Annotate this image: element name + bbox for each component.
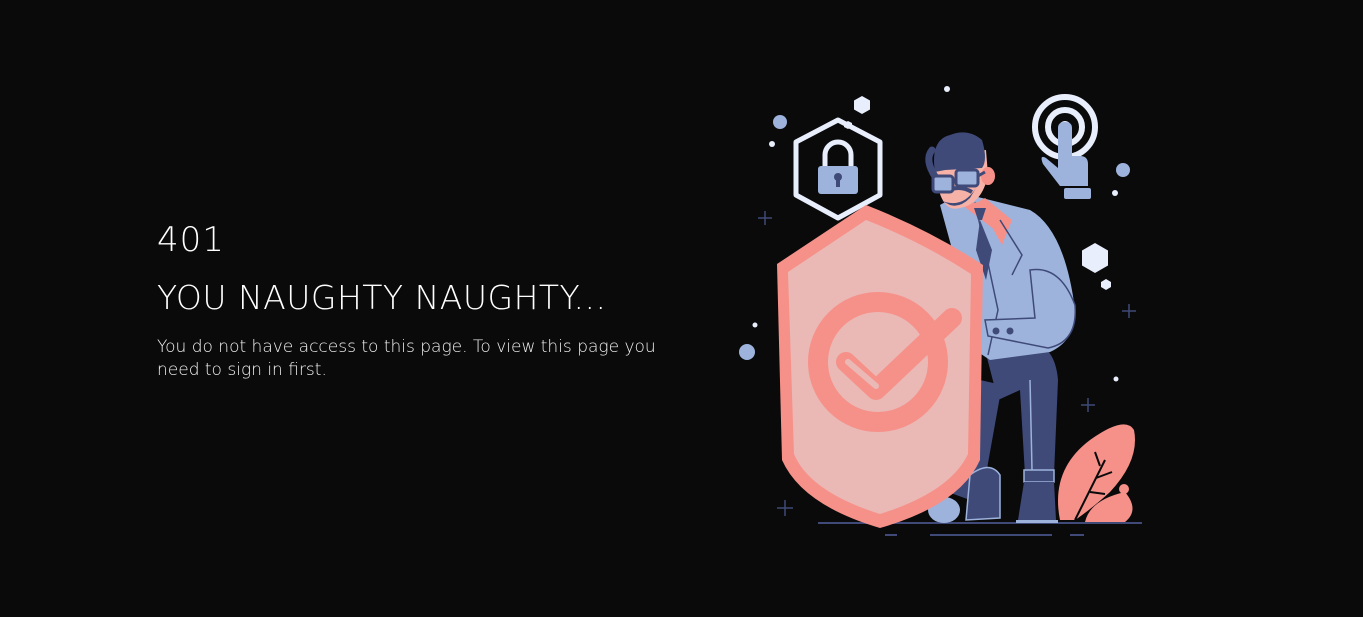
plant (1058, 424, 1135, 522)
sign-in-link[interactable]: sign in (227, 360, 282, 380)
error-headline: YOU NAUGHTY NAUGHTY... (157, 278, 607, 317)
message-suffix: first. (282, 360, 327, 380)
ground-line (818, 522, 1142, 536)
shield-check-icon (777, 205, 983, 528)
error-code: 401 (157, 220, 225, 260)
error-message: You do not have access to this page. To … (157, 336, 677, 382)
error-text-block: 401 YOU NAUGHTY NAUGHTY... You do not ha… (157, 218, 697, 382)
lock-icon (793, 117, 883, 221)
error-page: 401 YOU NAUGHTY NAUGHTY... You do not ha… (0, 0, 1363, 617)
touch-icon (1032, 94, 1098, 199)
security-illustration (739, 86, 1142, 536)
